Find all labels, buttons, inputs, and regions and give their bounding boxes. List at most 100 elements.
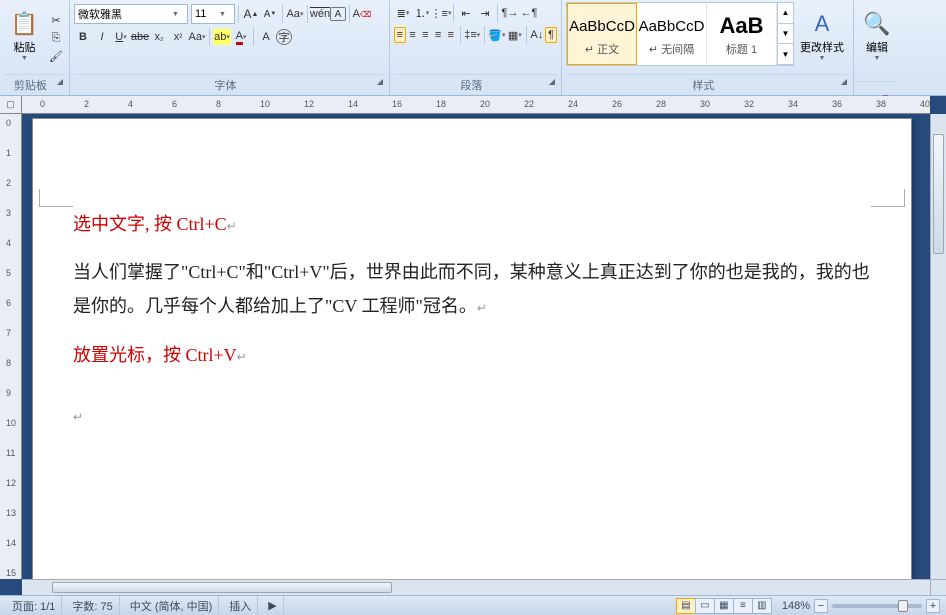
- gallery-more-button[interactable]: ▼: [778, 44, 793, 65]
- status-language[interactable]: 中文 (简体, 中国): [124, 596, 220, 615]
- clipboard-expand-icon[interactable]: ◢: [57, 77, 63, 86]
- view-web-button[interactable]: ▦: [714, 598, 734, 614]
- cut-button[interactable]: ✂: [47, 12, 65, 28]
- change-case-button[interactable]: Aa▾: [286, 6, 304, 22]
- style-preview: AaBbCcD: [569, 11, 635, 41]
- borders-button[interactable]: ▦▾: [507, 27, 523, 43]
- character-border-button[interactable]: A: [330, 7, 346, 21]
- italic-button[interactable]: I: [93, 29, 111, 45]
- doc-line-3: 放置光标，按 Ctrl+V: [73, 345, 237, 365]
- gallery-up-button[interactable]: ▲: [778, 3, 793, 24]
- show-marks-button[interactable]: ¶: [545, 27, 557, 43]
- align-distribute-button[interactable]: ≡: [445, 27, 457, 43]
- document-body[interactable]: 选中文字, 按 Ctrl+C↵ 当人们掌握了"Ctrl+C"和"Ctrl+V"后…: [73, 207, 871, 432]
- align-center-button[interactable]: ≡: [407, 27, 419, 43]
- clipboard-group-label: 剪贴板: [14, 80, 47, 92]
- highlight-button[interactable]: ab▾: [213, 29, 231, 45]
- copy-button[interactable]: ⎘: [47, 30, 65, 46]
- horizontal-scrollbar[interactable]: [22, 579, 930, 595]
- enclose-char-button[interactable]: 字: [276, 29, 292, 45]
- group-styles: AaBbCcD ↵ 正文 AaBbCcD ↵ 无间隔 AaB 标题 1 ▲ ▼ …: [562, 0, 854, 95]
- dropdown-icon[interactable]: ▼: [172, 11, 179, 18]
- sort-button[interactable]: A↓: [529, 27, 544, 43]
- styles-expand-icon[interactable]: ◢: [841, 77, 847, 86]
- font-group-label: 字体: [214, 80, 236, 92]
- bold-button[interactable]: B: [74, 29, 92, 45]
- bullets-button[interactable]: ≣▾: [394, 5, 412, 21]
- margin-marker: [39, 189, 73, 207]
- status-bar: 页面: 1/1 字数: 75 中文 (简体, 中国) 插入 ▶ ▤ ▭ ▦ ≡ …: [0, 595, 946, 615]
- text-effects-button[interactable]: Aa▾: [188, 29, 206, 45]
- view-outline-button[interactable]: ≡: [733, 598, 753, 614]
- font-name-input[interactable]: [78, 8, 172, 20]
- font-size-combo[interactable]: ▼: [191, 4, 235, 24]
- strikethrough-button[interactable]: abe: [131, 29, 149, 45]
- return-mark-icon: ↵: [227, 219, 237, 233]
- style-item-nospacing[interactable]: AaBbCcD ↵ 无间隔: [637, 3, 707, 65]
- status-insert-mode[interactable]: 插入: [223, 596, 258, 615]
- underline-button[interactable]: U▾: [112, 29, 130, 45]
- change-styles-icon: A: [815, 11, 830, 37]
- phonetic-guide-button[interactable]: wén: [311, 6, 329, 22]
- shading-button[interactable]: 🪣▾: [488, 27, 506, 43]
- document-view[interactable]: 选中文字, 按 Ctrl+C↵ 当人们掌握了"Ctrl+C"和"Ctrl+V"后…: [22, 114, 930, 579]
- align-right-button[interactable]: ≡: [419, 27, 431, 43]
- style-item-heading1[interactable]: AaB 标题 1: [707, 3, 777, 65]
- binoculars-icon: 🔍: [863, 11, 890, 37]
- style-item-normal[interactable]: AaBbCcD ↵ 正文: [567, 3, 637, 65]
- font-size-input[interactable]: [195, 8, 219, 20]
- style-preview: AaBbCcD: [639, 11, 705, 41]
- format-painter-button[interactable]: 🖌: [47, 48, 65, 64]
- clear-formatting-button[interactable]: A⌫: [353, 6, 371, 22]
- multilevel-list-button[interactable]: ⋮≡▾: [432, 5, 450, 21]
- paragraph-expand-icon[interactable]: ◢: [549, 77, 555, 86]
- align-left-button[interactable]: ≡: [394, 27, 406, 43]
- font-name-combo[interactable]: ▼: [74, 4, 188, 24]
- align-justify-button[interactable]: ≡: [432, 27, 444, 43]
- numbering-button[interactable]: ⒈▾: [413, 5, 431, 21]
- status-page[interactable]: 页面: 1/1: [6, 596, 62, 615]
- gallery-down-button[interactable]: ▼: [778, 24, 793, 45]
- zoom-controls: 148% − +: [782, 599, 940, 613]
- view-print-layout-button[interactable]: ▤: [676, 598, 696, 614]
- doc-line-2: 当人们掌握了"Ctrl+C"和"Ctrl+V"后，世界由此而不同，某种意义上真正…: [73, 262, 870, 316]
- zoom-out-button[interactable]: −: [814, 599, 828, 613]
- margin-marker: [871, 189, 905, 207]
- zoom-in-button[interactable]: +: [926, 599, 940, 613]
- vertical-scrollbar[interactable]: [930, 114, 946, 579]
- paste-label: 粘贴: [14, 39, 36, 55]
- workspace: ▢ 0246810121416182022242628303234363840 …: [0, 96, 946, 595]
- status-macro[interactable]: ▶: [262, 596, 283, 615]
- grow-font-button[interactable]: A▲: [242, 6, 260, 22]
- scrollbar-thumb[interactable]: [933, 134, 944, 254]
- zoom-slider[interactable]: [832, 604, 922, 608]
- font-expand-icon[interactable]: ◢: [377, 77, 383, 86]
- ltr-button[interactable]: ¶→: [501, 5, 519, 21]
- change-styles-button[interactable]: A 更改样式 ▼: [796, 2, 848, 70]
- paragraph-group-label: 段落: [460, 80, 482, 92]
- font-color-button[interactable]: A▾: [232, 29, 250, 45]
- line-spacing-button[interactable]: ‡≡▾: [463, 27, 481, 43]
- superscript-button[interactable]: x²: [169, 29, 187, 45]
- indent-decrease-button[interactable]: ⇤: [457, 5, 475, 21]
- ruler-corner[interactable]: ▢: [0, 96, 22, 114]
- subscript-button[interactable]: x₂: [150, 29, 168, 45]
- shrink-font-button[interactable]: A▼: [261, 6, 279, 22]
- view-fullscreen-button[interactable]: ▭: [695, 598, 715, 614]
- char-shading-button[interactable]: A: [257, 29, 275, 45]
- zoom-level[interactable]: 148%: [782, 600, 810, 612]
- scrollbar-thumb[interactable]: [52, 582, 392, 593]
- vertical-ruler[interactable]: 012345678910111213141516: [0, 114, 22, 579]
- zoom-slider-knob[interactable]: [898, 600, 908, 612]
- view-draft-button[interactable]: ▥: [752, 598, 772, 614]
- indent-increase-button[interactable]: ⇥: [476, 5, 494, 21]
- dropdown-icon: ▼: [874, 55, 881, 62]
- rtl-button[interactable]: ←¶: [520, 5, 538, 21]
- find-button[interactable]: 🔍 编辑 ▼: [858, 2, 896, 70]
- paste-button[interactable]: 📋 粘贴 ▼: [4, 2, 45, 70]
- styles-gallery[interactable]: AaBbCcD ↵ 正文 AaBbCcD ↵ 无间隔 AaB 标题 1 ▲ ▼ …: [566, 2, 794, 66]
- dropdown-icon[interactable]: ▼: [219, 11, 226, 18]
- styles-group-label: 样式: [692, 80, 714, 92]
- horizontal-ruler[interactable]: 0246810121416182022242628303234363840: [22, 96, 930, 114]
- status-words[interactable]: 字数: 75: [66, 596, 119, 615]
